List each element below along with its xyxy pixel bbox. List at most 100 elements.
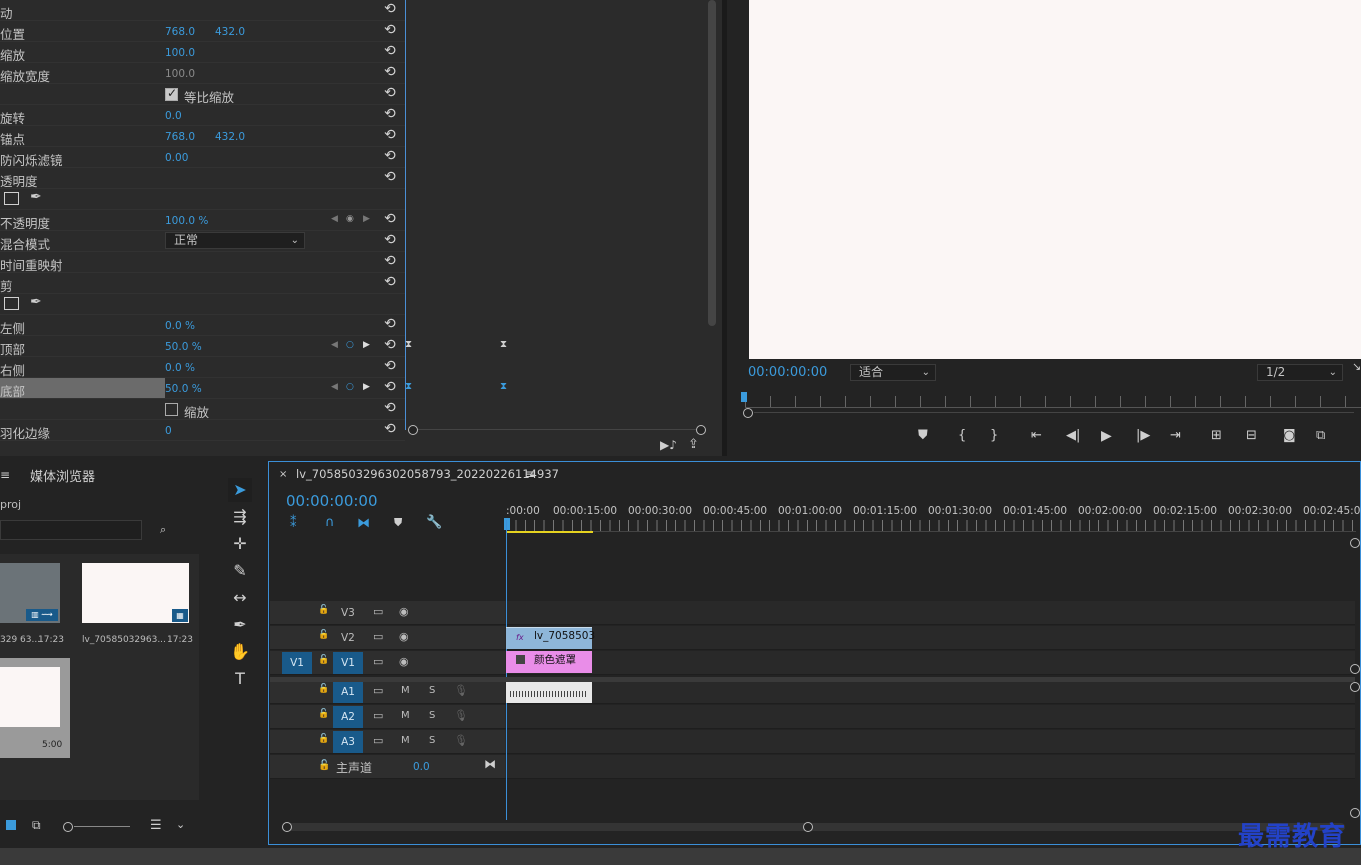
track-target[interactable]: A1 — [333, 681, 363, 703]
property-value[interactable]: 768.0 — [165, 26, 195, 38]
eye-icon[interactable]: ◉ — [399, 605, 409, 618]
reset-icon[interactable]: ⟲ — [384, 337, 396, 353]
property-value[interactable]: 0.0 % — [165, 362, 195, 374]
reset-icon[interactable]: ⟲ — [384, 316, 396, 332]
property-value[interactable]: 0.00 — [165, 152, 188, 164]
effect-property-row[interactable]: ✒ — [0, 189, 405, 210]
play-icon[interactable]: ▶ — [1101, 428, 1112, 444]
effect-property-row[interactable]: 剪 ⟲ — [0, 273, 405, 294]
solo-button[interactable]: S — [429, 710, 435, 721]
mark-out-icon[interactable]: } — [990, 428, 998, 443]
program-zoom-handle[interactable] — [743, 408, 753, 418]
program-timecode[interactable]: 00:00:00:00 — [748, 365, 827, 380]
hscroll-left-handle[interactable] — [282, 822, 292, 832]
effect-controls-playhead[interactable] — [405, 0, 406, 430]
add-keyframe-icon[interactable]: ○ — [346, 382, 354, 392]
uniform-scale-checkbox[interactable] — [165, 86, 178, 101]
effect-property-row[interactable]: 右侧 0.0 % ⟲ — [0, 357, 405, 378]
reset-icon[interactable]: ⟲ — [384, 358, 396, 374]
property-value[interactable]: 100.0 % — [165, 215, 208, 227]
video-track-header[interactable]: V1 🔓 V1 ▭ ◉ — [270, 651, 505, 675]
selection-tool-icon[interactable]: ➤ — [229, 480, 251, 499]
property-value[interactable]: 50.0 % — [165, 383, 202, 395]
track-name[interactable]: V3 — [341, 607, 355, 619]
property-value[interactable]: 0.0 — [165, 110, 182, 122]
rectangle-mask-icon[interactable] — [4, 297, 19, 310]
property-value[interactable]: 0 — [165, 425, 172, 437]
extract-icon[interactable]: ⊟ — [1246, 428, 1257, 443]
work-area-bar[interactable] — [506, 531, 593, 533]
ec-zoom-bar[interactable] — [418, 429, 698, 430]
track-target[interactable]: V1 — [333, 652, 363, 674]
type-tool-icon[interactable]: T — [229, 669, 251, 688]
hscroll-right-handle[interactable] — [803, 822, 813, 832]
rectangle-mask-icon[interactable] — [4, 192, 19, 205]
a-scroll-handle[interactable] — [1350, 808, 1360, 818]
ec-zoom-left-handle[interactable] — [408, 425, 418, 435]
sync-lock-icon[interactable]: ▭ — [373, 709, 383, 722]
close-icon[interactable]: × — [279, 469, 287, 480]
ec-zoom-right-handle[interactable] — [696, 425, 706, 435]
add-keyframe-icon[interactable]: ○ — [346, 340, 354, 350]
effect-property-row[interactable]: 等比缩放 ⟲ — [0, 84, 405, 105]
search-icon[interactable]: ⌕ — [160, 523, 166, 537]
step-forward-icon[interactable]: |▶ — [1136, 428, 1150, 443]
add-marker-icon[interactable]: ⛊ — [394, 516, 402, 530]
video-track-header[interactable]: 🔓 V3 ▭ ◉ — [270, 601, 505, 625]
a1-clip[interactable] — [506, 681, 592, 703]
property-value[interactable]: 50.0 % — [165, 341, 202, 353]
effect-property-row[interactable]: 时间重映射 ⟲ — [0, 252, 405, 273]
next-keyframe-icon[interactable]: ▶ — [363, 214, 370, 224]
sort-icon[interactable]: ☰ — [150, 818, 162, 833]
reset-icon[interactable]: ⟲ — [384, 106, 396, 122]
track-target[interactable]: A3 — [333, 731, 363, 753]
eye-icon[interactable]: ◉ — [399, 655, 409, 668]
razor-tool-icon[interactable]: ✎ — [229, 561, 251, 580]
solo-button[interactable]: S — [429, 735, 435, 746]
a-scroll-handle[interactable] — [1350, 682, 1360, 692]
zoom-slider[interactable] — [74, 826, 130, 827]
reset-icon[interactable]: ⟲ — [384, 64, 396, 80]
go-to-end-icon[interactable]: ⧓ — [484, 757, 496, 771]
v-scroll-handle[interactable] — [1350, 538, 1360, 548]
play-audio-icon[interactable]: ▶♪ — [660, 438, 677, 452]
wrench-icon[interactable]: ↘ — [1352, 360, 1361, 373]
sync-lock-icon[interactable]: ▭ — [373, 605, 383, 618]
reset-icon[interactable]: ⟲ — [384, 85, 396, 101]
keyframe-icon[interactable]: ⧗ — [500, 381, 507, 392]
video-track-lane[interactable] — [505, 626, 1355, 650]
microphone-icon[interactable]: 🎙 — [454, 709, 468, 722]
master-track-lane[interactable] — [505, 755, 1355, 779]
icon-view-icon[interactable]: ⧉ — [32, 818, 41, 833]
tab-media-browser[interactable]: 媒体浏览器 — [30, 466, 95, 485]
effect-property-row[interactable]: 位置 768.0 432.0 ⟲ — [0, 21, 405, 42]
reset-icon[interactable]: ⟲ — [384, 232, 396, 248]
keyframe-icon[interactable]: ⧗ — [405, 339, 412, 350]
hand-tool-icon[interactable]: ✋ — [229, 642, 251, 661]
effect-property-row[interactable]: 缩放宽度 100.0 ⟲ — [0, 63, 405, 84]
nest-icon[interactable]: ⁑ — [290, 516, 297, 531]
lock-icon[interactable]: 🔓 — [318, 734, 329, 744]
property-value[interactable]: 100.0 — [165, 47, 195, 59]
audio-track-header[interactable]: 🔓 A2 ▭ M S 🎙 — [270, 705, 505, 729]
mute-button[interactable]: M — [401, 735, 410, 746]
master-volume-value[interactable]: 0.0 — [413, 761, 430, 773]
program-playhead[interactable] — [741, 392, 747, 402]
effect-property-row[interactable]: ✒ — [0, 294, 405, 315]
list-view-icon[interactable] — [6, 820, 16, 830]
export-icon[interactable]: ⇪ — [688, 437, 699, 452]
chevron-down-icon[interactable]: ⌄ — [176, 818, 185, 831]
quality-dropdown[interactable]: 1/2 ⌄ — [1257, 364, 1343, 381]
pen-mask-icon[interactable]: ✒ — [30, 189, 42, 205]
slip-tool-icon[interactable]: ↔ — [229, 588, 251, 607]
menu-icon[interactable]: ≡ — [525, 467, 535, 481]
solo-button[interactable]: S — [429, 685, 435, 696]
add-marker-icon[interactable]: ⛊ — [918, 428, 928, 443]
property-value[interactable]: 0.0 % — [165, 320, 195, 332]
step-back-icon[interactable]: ◀| — [1066, 428, 1080, 443]
video-track-lane[interactable] — [505, 601, 1355, 625]
prev-keyframe-icon[interactable]: ◀ — [331, 340, 338, 350]
program-zoom-bar[interactable] — [754, 412, 1354, 413]
effect-controls-scrollbar[interactable] — [708, 0, 716, 326]
reset-icon[interactable]: ⟲ — [384, 22, 396, 38]
